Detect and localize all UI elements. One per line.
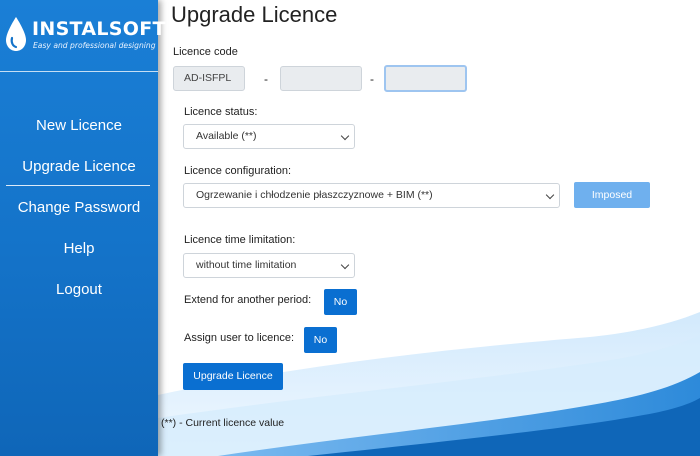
- time-limitation-value: without time limitation: [196, 259, 297, 271]
- licence-status-value: Available (**): [196, 130, 257, 142]
- licence-code-separator-2: -: [370, 72, 374, 86]
- nav-item-logout[interactable]: Logout: [0, 269, 158, 310]
- brand-name: INSTALSOFT: [32, 18, 166, 40]
- licence-code-separator-1: -: [264, 72, 268, 86]
- assign-user-label: Assign user to licence:: [184, 332, 295, 344]
- licence-code-part1: AD-ISFPL: [173, 66, 245, 91]
- time-limitation-label: Licence time limitation:: [184, 234, 296, 246]
- brand-tagline: Easy and professional designing: [33, 41, 156, 50]
- water-drop-icon: [6, 17, 26, 51]
- extend-period-label: Extend for another period:: [184, 294, 312, 306]
- licence-configuration-value: Ogrzewanie i chłodzenie płaszczyznowe + …: [196, 189, 433, 201]
- licence-configuration-select[interactable]: Ogrzewanie i chłodzenie płaszczyznowe + …: [183, 183, 560, 208]
- nav-item-upgrade-licence[interactable]: Upgrade Licence: [0, 146, 158, 187]
- time-limitation-select[interactable]: without time limitation: [183, 253, 355, 278]
- assign-user-toggle[interactable]: No: [304, 327, 337, 353]
- nav-item-help[interactable]: Help: [0, 228, 158, 269]
- upgrade-licence-button[interactable]: Upgrade Licence: [183, 363, 283, 390]
- instalsoft-logo[interactable]: INSTALSOFT Easy and professional designi…: [4, 16, 165, 56]
- licence-code-part2[interactable]: [280, 66, 362, 91]
- licence-configuration-label: Licence configuration:: [184, 165, 292, 177]
- chevron-down-icon: [545, 190, 555, 200]
- main-content: Upgrade Licence Licence code AD-ISFPL - …: [158, 0, 700, 456]
- chevron-down-icon: [340, 260, 350, 270]
- footnote: (**) - Current licence value: [161, 417, 285, 429]
- sidebar-divider: [0, 71, 158, 72]
- licence-status-label: Licence status:: [184, 106, 258, 118]
- imposed-button[interactable]: Imposed: [574, 182, 650, 208]
- page-title: Upgrade Licence: [171, 2, 338, 27]
- nav-item-change-password[interactable]: Change Password: [0, 187, 158, 228]
- licence-code-part3[interactable]: [384, 65, 467, 92]
- chevron-down-icon: [340, 131, 350, 141]
- licence-code-label: Licence code: [173, 46, 238, 58]
- nav-item-new-licence[interactable]: New Licence: [0, 105, 158, 146]
- sidebar-nav: New Licence Upgrade Licence Change Passw…: [0, 105, 158, 310]
- extend-period-toggle[interactable]: No: [324, 289, 357, 315]
- sidebar: INSTALSOFT Easy and professional designi…: [0, 0, 165, 456]
- licence-status-select[interactable]: Available (**): [183, 124, 355, 149]
